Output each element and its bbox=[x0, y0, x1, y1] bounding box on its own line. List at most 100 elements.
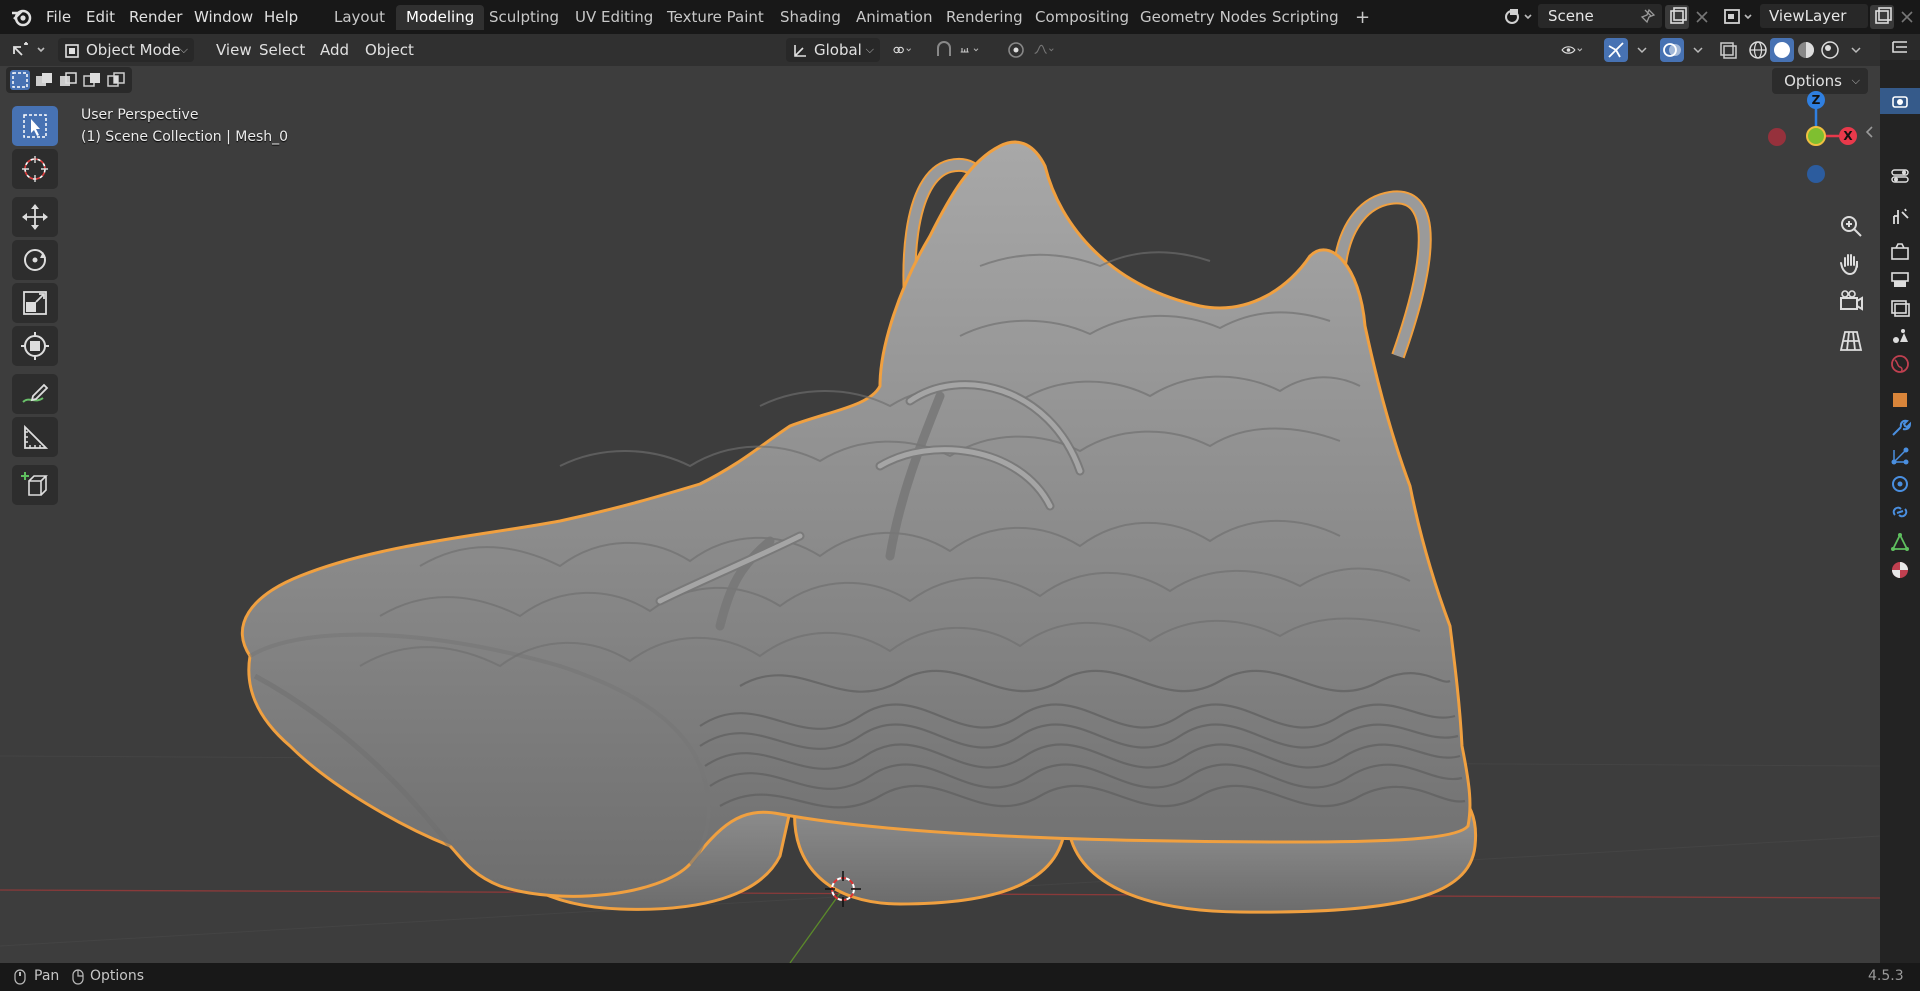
data-icon[interactable] bbox=[1888, 530, 1912, 554]
overlays-toggle-icon[interactable] bbox=[1660, 38, 1684, 62]
properties-toggle-icon[interactable] bbox=[1888, 164, 1912, 188]
modifier-icon[interactable] bbox=[1888, 416, 1912, 440]
camera-icon[interactable] bbox=[1835, 286, 1867, 318]
output-icon[interactable] bbox=[1888, 268, 1912, 292]
select-extend-icon[interactable] bbox=[34, 70, 54, 90]
xray-toggle-icon[interactable] bbox=[1716, 38, 1740, 62]
solid-shading-icon[interactable] bbox=[1770, 38, 1794, 62]
menu-edit[interactable]: Edit bbox=[78, 5, 123, 29]
particles-icon[interactable] bbox=[1888, 444, 1912, 468]
x-axis-button[interactable]: X bbox=[1839, 127, 1857, 145]
3d-viewport[interactable]: User Perspective (1) Scene Collection | … bbox=[0, 66, 1880, 963]
sidebar-toggle-icon[interactable] bbox=[1864, 124, 1876, 140]
tab-compositing[interactable]: Compositing bbox=[1025, 5, 1139, 30]
editor-type-button[interactable] bbox=[8, 38, 50, 62]
zoom-icon[interactable] bbox=[1835, 210, 1867, 242]
rendered-shading-icon[interactable] bbox=[1818, 38, 1842, 62]
grid-ortho-icon[interactable] bbox=[1835, 324, 1867, 356]
navigation-gizmo[interactable]: Z X bbox=[1760, 90, 1860, 186]
delete-scene-icon[interactable] bbox=[1692, 5, 1712, 29]
select-intersect-icon[interactable] bbox=[106, 70, 126, 90]
tab-rendering[interactable]: Rendering bbox=[936, 5, 1033, 30]
scene-type-icon[interactable] bbox=[1503, 6, 1535, 28]
tab-shading[interactable]: Shading bbox=[770, 5, 851, 30]
transform-orientation-dropdown[interactable]: Global ⌵ bbox=[786, 38, 880, 62]
z-axis-button[interactable]: Z bbox=[1807, 91, 1825, 109]
scene-name-field[interactable]: Scene bbox=[1538, 4, 1662, 28]
measure-icon[interactable] bbox=[12, 417, 58, 457]
tool-icon[interactable] bbox=[1888, 204, 1912, 228]
falloff-icon[interactable] bbox=[1032, 38, 1068, 62]
add-cube-icon[interactable] bbox=[12, 465, 58, 505]
select-box-icon[interactable] bbox=[12, 106, 58, 146]
tab-layout[interactable]: Layout bbox=[324, 5, 395, 30]
filter-tab-active[interactable] bbox=[1880, 88, 1920, 114]
orientation-label: Global bbox=[814, 41, 862, 59]
render-icon[interactable] bbox=[1888, 240, 1912, 264]
proportional-editing-icon[interactable] bbox=[1004, 38, 1028, 62]
pivot-point-icon[interactable] bbox=[890, 38, 926, 62]
neg-z-axis-button[interactable] bbox=[1807, 165, 1825, 183]
view-layer-type-icon[interactable] bbox=[1722, 6, 1756, 28]
view-layer-field[interactable]: ViewLayer bbox=[1760, 4, 1868, 28]
tab-sculpting[interactable]: Sculpting bbox=[479, 5, 569, 30]
menu-view[interactable]: View bbox=[210, 38, 258, 62]
cursor-icon[interactable] bbox=[12, 149, 58, 189]
menu-object[interactable]: Object bbox=[359, 38, 420, 62]
camera-filter-icon bbox=[1888, 89, 1912, 113]
menu-add[interactable]: Add bbox=[314, 38, 355, 62]
material-icon[interactable] bbox=[1888, 558, 1912, 582]
tab-modeling[interactable]: Modeling bbox=[396, 5, 485, 30]
new-scene-icon[interactable] bbox=[1665, 5, 1689, 29]
rotate-icon[interactable] bbox=[12, 240, 58, 280]
outliner-icon[interactable] bbox=[1888, 36, 1912, 60]
select-invert-icon[interactable] bbox=[82, 70, 102, 90]
delete-view-layer-icon[interactable] bbox=[1897, 5, 1917, 29]
mesh-object[interactable] bbox=[0, 66, 1880, 963]
object-icon[interactable] bbox=[1888, 388, 1912, 412]
wireframe-shading-icon[interactable] bbox=[1746, 38, 1770, 62]
tab-geometry-nodes[interactable]: Geometry Nodes bbox=[1130, 5, 1277, 30]
perspective-label: User Perspective bbox=[81, 107, 199, 123]
gizmo-toggle-icon[interactable] bbox=[1604, 38, 1628, 62]
tab-uv-editing[interactable]: UV Editing bbox=[565, 5, 663, 30]
status-pan-label: Pan bbox=[34, 968, 60, 984]
material-preview-icon[interactable] bbox=[1794, 38, 1818, 62]
add-workspace-button[interactable]: + bbox=[1345, 5, 1380, 30]
tab-animation[interactable]: Animation bbox=[846, 5, 942, 30]
chevron-down-icon: ⌵ bbox=[179, 43, 188, 56]
menu-help[interactable]: Help bbox=[256, 5, 306, 29]
transform-icon[interactable] bbox=[12, 326, 58, 366]
physics-icon[interactable] bbox=[1888, 472, 1912, 496]
y-axis-button[interactable] bbox=[1806, 126, 1826, 146]
selection-mode-group bbox=[6, 67, 132, 93]
move-icon[interactable] bbox=[12, 197, 58, 237]
properties-tab-strip bbox=[1880, 34, 1920, 963]
annotate-icon[interactable] bbox=[12, 374, 58, 414]
pin-icon[interactable] bbox=[1640, 8, 1656, 24]
snap-target-icon[interactable] bbox=[958, 38, 994, 62]
view-layer-icon[interactable] bbox=[1888, 296, 1912, 320]
menu-render[interactable]: Render bbox=[121, 5, 190, 29]
blender-logo-icon[interactable] bbox=[10, 7, 34, 27]
shading-dropdown-icon[interactable] bbox=[1844, 38, 1862, 62]
menu-file[interactable]: File bbox=[38, 5, 79, 29]
new-view-layer-icon[interactable] bbox=[1870, 5, 1894, 29]
select-subtract-icon[interactable] bbox=[58, 70, 78, 90]
neg-x-axis-button[interactable] bbox=[1768, 128, 1786, 146]
snap-toggle-icon[interactable] bbox=[932, 38, 956, 62]
tab-texture-paint[interactable]: Texture Paint bbox=[657, 5, 774, 30]
mode-dropdown[interactable]: Object Mode ⌵ bbox=[58, 38, 194, 62]
select-new-icon[interactable] bbox=[10, 70, 30, 90]
scene-icon[interactable] bbox=[1888, 324, 1912, 348]
tab-scripting[interactable]: Scripting bbox=[1262, 5, 1349, 30]
visibility-eye-icon[interactable] bbox=[1560, 38, 1594, 62]
menu-window[interactable]: Window bbox=[186, 5, 261, 29]
overlays-dropdown-icon[interactable] bbox=[1686, 38, 1704, 62]
constraints-icon[interactable] bbox=[1888, 500, 1912, 524]
gizmo-dropdown-icon[interactable] bbox=[1630, 38, 1648, 62]
hand-pan-icon[interactable] bbox=[1835, 248, 1867, 280]
scale-icon[interactable] bbox=[12, 283, 58, 323]
world-icon[interactable] bbox=[1888, 352, 1912, 376]
menu-select[interactable]: Select bbox=[253, 38, 311, 62]
